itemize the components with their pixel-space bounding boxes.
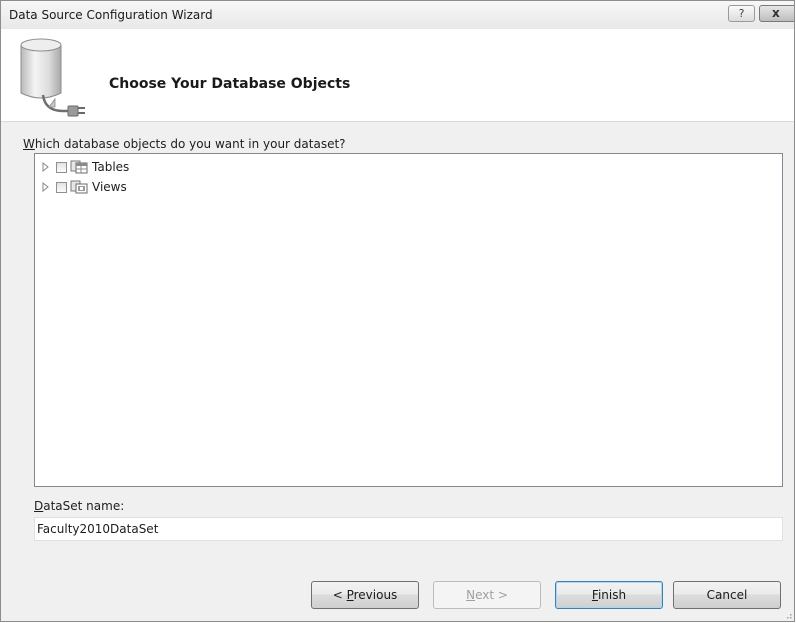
views-checkbox[interactable] bbox=[56, 181, 67, 193]
dataset-label-mnemonic: D bbox=[34, 499, 44, 513]
window-title: Data Source Configuration Wizard bbox=[9, 8, 213, 22]
expand-arrow-icon[interactable] bbox=[41, 182, 50, 192]
dataset-name-label: DataSet name: bbox=[34, 499, 124, 513]
tree-node-views[interactable]: Views bbox=[41, 179, 127, 195]
help-button[interactable]: ? bbox=[728, 5, 755, 22]
close-button[interactable]: x bbox=[759, 5, 794, 22]
prompt-mnemonic: W bbox=[23, 137, 35, 151]
tree-node-tables[interactable]: Tables bbox=[41, 159, 129, 175]
previous-text: revious bbox=[353, 588, 398, 602]
objects-prompt-label: Which database objects do you want in yo… bbox=[23, 137, 346, 151]
database-icon bbox=[20, 38, 85, 117]
prompt-text: hich database objects do you want in you… bbox=[34, 137, 346, 151]
tables-label: Tables bbox=[92, 160, 130, 174]
views-icon bbox=[70, 180, 88, 194]
previous-mnemonic: P bbox=[346, 588, 354, 602]
cancel-button[interactable]: Cancel bbox=[673, 581, 781, 609]
next-mnemonic: N bbox=[466, 588, 476, 602]
previous-button[interactable]: < Previous bbox=[311, 581, 419, 609]
resize-grip-icon[interactable] bbox=[784, 611, 792, 619]
next-text: ext > bbox=[475, 588, 508, 602]
wizard-header: Choose Your Database Objects bbox=[1, 29, 794, 122]
previous-prefix: < bbox=[332, 588, 347, 602]
wizard-window: Data Source Configuration Wizard ? x Cho… bbox=[0, 0, 795, 622]
page-title: Choose Your Database Objects bbox=[109, 76, 351, 92]
database-objects-tree[interactable]: Tables Views bbox=[34, 153, 783, 487]
tables-icon bbox=[70, 160, 88, 174]
dataset-label-text: ataSet name: bbox=[43, 499, 125, 513]
expand-arrow-icon[interactable] bbox=[41, 162, 50, 172]
finish-text: inish bbox=[597, 588, 627, 602]
finish-button[interactable]: Finish bbox=[555, 581, 663, 609]
title-bar[interactable]: Data Source Configuration Wizard ? x bbox=[1, 1, 794, 29]
views-label: Views bbox=[92, 180, 127, 194]
dataset-name-input[interactable]: Faculty2010DataSet bbox=[34, 517, 783, 541]
next-button[interactable]: Next > bbox=[433, 581, 541, 609]
tables-checkbox[interactable] bbox=[56, 161, 67, 173]
